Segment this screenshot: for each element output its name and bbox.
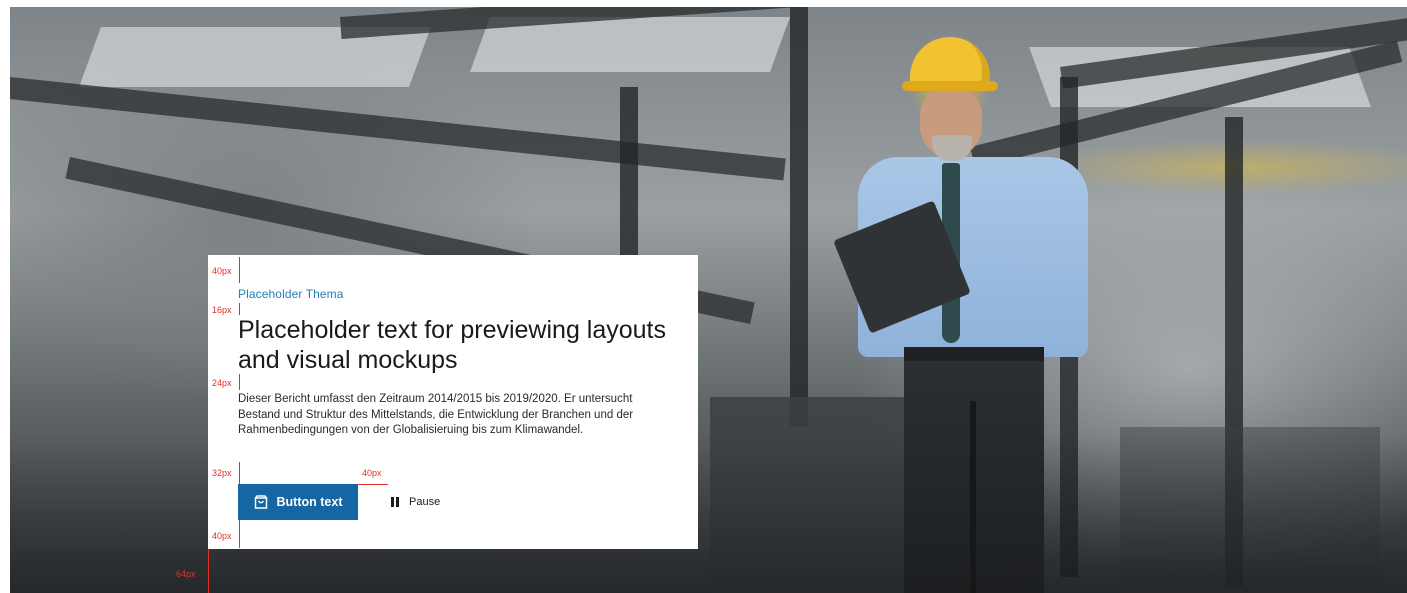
spacing-marker-headline (239, 374, 240, 390)
spacing-label-eyebrow: 16px (212, 305, 232, 315)
spacing-marker-top (239, 257, 240, 283)
spacing-marker-bottom (239, 520, 240, 548)
topic-eyebrow: Placeholder Thema (238, 287, 344, 301)
spacing-marker-body (239, 462, 240, 484)
primary-cta-label: Button text (276, 495, 343, 509)
teaser-description: Dieser Bericht umfasst den Zeitraum 2014… (238, 393, 634, 436)
spacing-marker-button-gap (358, 484, 388, 485)
primary-cta-button[interactable]: Button text (238, 484, 358, 520)
teaser-card: Placeholder Thema Placeholder text for p… (208, 255, 698, 549)
spacing-label-offset: 64px (176, 569, 196, 579)
shopping-bag-icon (254, 495, 268, 509)
pause-icon (391, 497, 400, 507)
page-title: Placeholder text for previewing layouts … (238, 316, 667, 374)
spacing-label-headline: 24px (212, 378, 232, 388)
pause-label: Pause (409, 496, 441, 508)
worker-photo (833, 37, 1098, 593)
spacing-marker-offset (208, 549, 209, 593)
spacing-marker-eyebrow (239, 303, 240, 315)
spacing-label-body: 32px (212, 468, 232, 478)
pause-button[interactable]: Pause (391, 493, 440, 511)
spacing-label-bottom: 40px (212, 531, 232, 541)
spacing-label-button-gap: 40px (362, 468, 382, 478)
spacing-label-top: 40px (212, 266, 232, 276)
